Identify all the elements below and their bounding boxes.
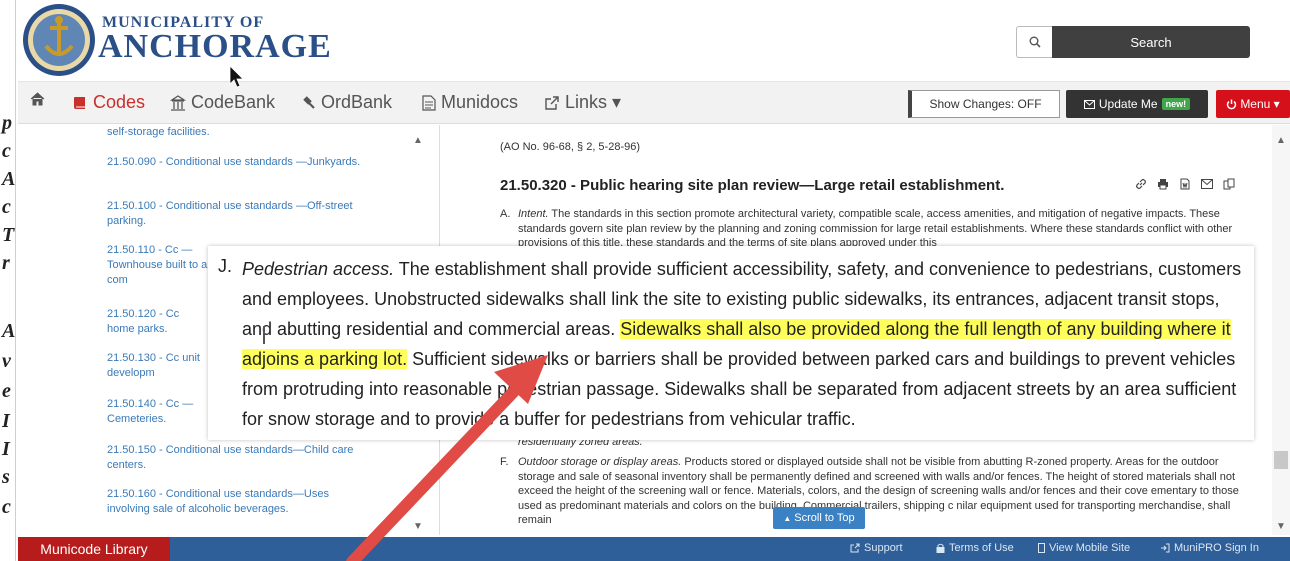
menu-label: Menu ▾ xyxy=(1240,97,1280,111)
view-mobile-site-link[interactable]: View Mobile Site xyxy=(1038,542,1130,554)
paragraph-lead: Outdoor storage or display areas. xyxy=(518,456,682,468)
excerpt-letter: J. xyxy=(218,256,233,276)
envelope-icon xyxy=(1083,99,1095,109)
nav-links[interactable]: Links ▾ xyxy=(544,92,621,113)
paragraph-a: A. Intent. The standards in this section… xyxy=(500,207,1244,251)
building-icon xyxy=(170,94,186,111)
brand-title[interactable]: ANCHORAGE xyxy=(98,28,332,66)
word-download-icon[interactable] xyxy=(1178,177,1192,191)
section-title: 21.50.320 - Public hearing site plan rev… xyxy=(500,177,1005,194)
scroll-down-icon[interactable]: ▼ xyxy=(413,521,423,532)
update-me-label: Update Me xyxy=(1098,97,1158,111)
nav-ordbank-label: OrdBank xyxy=(321,92,393,112)
content-scrollbar[interactable]: ▲ ▼ xyxy=(1272,125,1290,535)
show-changes-toggle[interactable]: Show Changes: OFF xyxy=(908,90,1060,118)
home-icon xyxy=(30,92,45,106)
book-icon xyxy=(74,96,85,109)
scroll-up-icon[interactable]: ▲ xyxy=(413,135,423,146)
terms-of-use-link[interactable]: Terms of Use xyxy=(936,542,1014,554)
nav-munidocs[interactable]: Munidocs xyxy=(422,92,518,113)
caret-up-icon: ▲ xyxy=(783,513,792,523)
nav-links-label: Links ▾ xyxy=(565,92,622,112)
compare-icon[interactable] xyxy=(1222,177,1236,191)
power-icon xyxy=(1227,99,1237,109)
nav-codebank-label: CodeBank xyxy=(191,92,276,112)
munipro-sign-in-link[interactable]: MuniPRO Sign In xyxy=(1160,542,1259,554)
toc-item[interactable]: 21.50.100 - Conditional use standards —O… xyxy=(107,199,367,229)
print-icon[interactable] xyxy=(1156,177,1170,191)
excerpt-text: Pedestrian access. The establishment sha… xyxy=(242,254,1242,434)
search-icon[interactable] xyxy=(1016,26,1052,58)
mobile-icon xyxy=(1038,543,1045,553)
search-button[interactable]: Search xyxy=(1052,26,1250,58)
excerpt-lead: Pedestrian access. xyxy=(242,259,395,279)
section-toolbar xyxy=(1134,177,1236,191)
nav-ordbank[interactable]: OrdBank xyxy=(300,92,392,113)
mobile-label: View Mobile Site xyxy=(1049,542,1131,554)
scroll-to-top-button[interactable]: ▲ Scroll to Top xyxy=(773,507,865,529)
toc-item[interactable]: 21.50.150 - Conditional use standards—Ch… xyxy=(107,443,367,473)
main-nav: Codes CodeBank OrdBank Munidocs Links ▾ … xyxy=(18,82,1290,124)
sign-in-icon xyxy=(1161,543,1170,553)
nav-codes-label: Codes xyxy=(93,92,146,112)
external-link-icon xyxy=(850,543,860,553)
support-label: Support xyxy=(864,542,903,554)
document-icon xyxy=(422,94,436,111)
sign-in-label: MuniPRO Sign In xyxy=(1174,542,1259,554)
terms-label: Terms of Use xyxy=(949,542,1014,554)
toc-item[interactable]: 21.50.090 - Conditional use standards —J… xyxy=(107,155,367,170)
paragraph-body: The standards in this section promote ar… xyxy=(518,208,1233,249)
paragraph-letter: F. xyxy=(500,456,509,468)
site-footer: Municode Library Support Terms of Use Vi… xyxy=(18,537,1290,561)
update-me-button[interactable]: Update Me new! xyxy=(1066,90,1208,118)
nav-munidocs-label: Munidocs xyxy=(441,92,519,112)
ordinance-reference: (AO No. 96-68, § 2, 5-28-96) xyxy=(500,141,641,153)
municode-library-link[interactable]: Municode Library xyxy=(18,537,170,561)
toc-item[interactable]: 21.50.130 - Cc unit developm xyxy=(107,351,207,381)
support-link[interactable]: Support xyxy=(850,542,903,554)
toc-item[interactable]: 21.50.120 - Cc home parks. xyxy=(107,307,207,337)
menu-button[interactable]: Menu ▾ xyxy=(1216,90,1290,118)
email-icon[interactable] xyxy=(1200,177,1214,191)
toc-item[interactable]: 21.50.160 - Conditional use standards—Us… xyxy=(107,487,367,517)
gavel-icon xyxy=(303,95,315,109)
municipality-seal-logo[interactable] xyxy=(20,2,98,78)
nav-home[interactable] xyxy=(30,92,45,106)
toc-item[interactable]: self-storage facilities. xyxy=(107,125,367,140)
zoomed-excerpt: J. Pedestrian access. The establishment … xyxy=(208,246,1254,440)
scroll-thumb[interactable] xyxy=(1274,451,1288,469)
paragraph-text: Intent. The standards in this section pr… xyxy=(500,207,1244,251)
link-icon[interactable] xyxy=(1134,177,1148,191)
show-changes-label: Show Changes: OFF xyxy=(929,97,1042,111)
search-bar: Search xyxy=(1016,26,1250,58)
paragraph-lead: Intent. xyxy=(518,208,549,220)
paragraph-f: F. Outdoor storage or display areas. Pro… xyxy=(500,455,1244,528)
background-document-edge: pcA cTr Ave IIs c xyxy=(0,0,16,561)
external-link-icon xyxy=(545,95,559,110)
new-badge: new! xyxy=(1161,98,1191,110)
scroll-up-icon[interactable]: ▲ xyxy=(1276,135,1286,146)
scroll-down-icon[interactable]: ▼ xyxy=(1276,521,1286,532)
paragraph-letter: A. xyxy=(500,208,511,220)
nav-codebank[interactable]: CodeBank xyxy=(170,92,275,113)
site-header: MUNICIPALITY OF ANCHORAGE Search xyxy=(18,0,1290,82)
nav-codes[interactable]: Codes xyxy=(72,92,145,113)
scroll-to-top-label: Scroll to Top xyxy=(794,512,855,524)
toc-item[interactable]: 21.50.140 - Cc —Cemeteries. xyxy=(107,397,207,427)
lock-icon xyxy=(936,543,945,553)
paragraph-text: Outdoor storage or display areas. Produc… xyxy=(500,455,1244,528)
